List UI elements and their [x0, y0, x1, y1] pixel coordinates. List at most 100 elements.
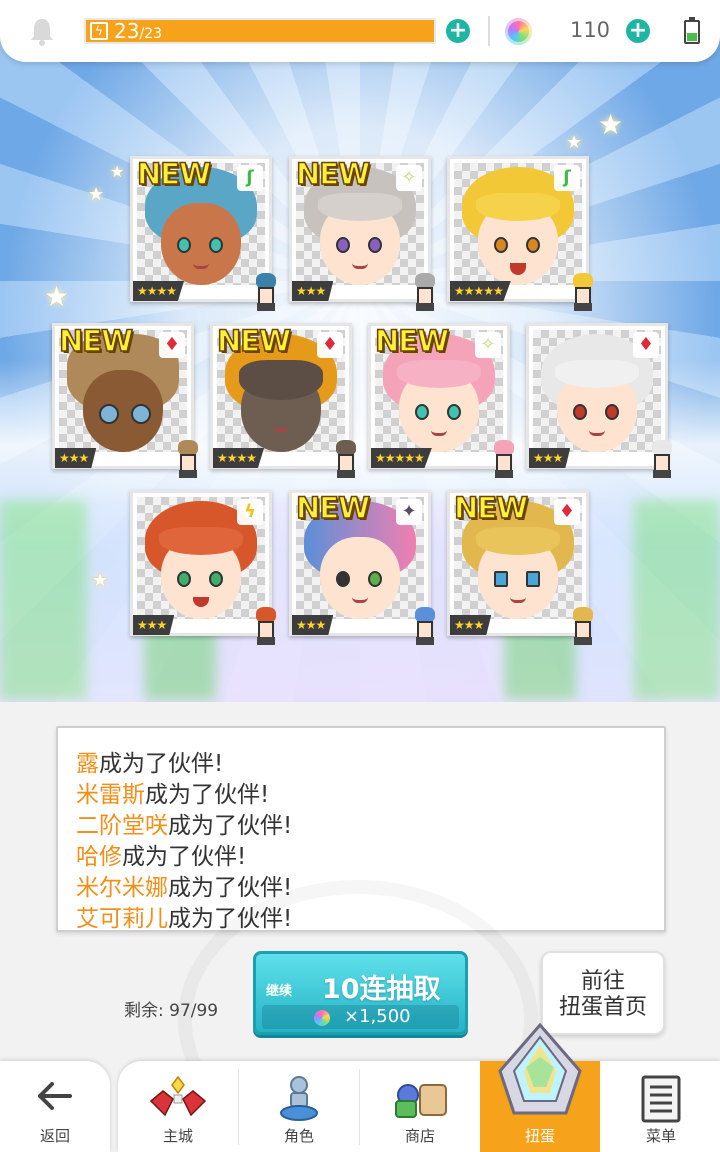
diamond-icon: ♦ [554, 499, 580, 525]
character-card[interactable]: NEW ✧ ★★★★★ [368, 323, 514, 478]
message-line: 米尔米娜成为了伙伴! [76, 868, 292, 902]
portrait-eye [605, 404, 619, 420]
portrait-bangs [555, 360, 639, 388]
message-text: 成为了伙伴! [99, 751, 224, 777]
character-card[interactable]: NEW ♦ ★★★★ [210, 323, 356, 478]
portrait-mouth [510, 597, 526, 603]
portrait-mouth [510, 263, 526, 275]
dark-star-icon: ✦ [396, 499, 422, 525]
portrait-eye [177, 237, 191, 253]
rarity-stars: ★★★ [133, 615, 175, 635]
back-button[interactable]: 返回 [0, 1061, 110, 1152]
gacha-result-stage: ★ ★ ★ ★ ★ ★ NEW ʃ ★★★★ NEW ✧ ★★★ ʃ ★★★★★… [0, 0, 720, 702]
rarity-stars: ★★★ [292, 281, 334, 301]
shop-bag-icon [395, 1084, 447, 1118]
draw-cost: ×1,500 [262, 1005, 459, 1029]
character-card[interactable]: NEW ♦ ★★★ [52, 323, 198, 478]
character-card[interactable]: NEW ʃ ★★★★ [130, 156, 276, 311]
nav-label: 扭蛋 [524, 1127, 555, 1145]
portrait-face [320, 537, 400, 619]
new-badge: NEW [453, 490, 529, 526]
character-card[interactable]: ʃ ★★★★★ [447, 156, 593, 311]
rarity-stars: ★★★ [55, 448, 97, 468]
portrait-eye [368, 237, 382, 253]
glasses-lens [526, 571, 540, 587]
draw-label: 10连抽取 [322, 974, 441, 1005]
character-icon [280, 1076, 318, 1121]
character-card[interactable]: ♦ ★★★ [526, 323, 672, 478]
nav-label: 商店 [404, 1127, 435, 1145]
portrait-eye [573, 404, 587, 420]
character-card[interactable]: ϟ ★★★ [130, 490, 276, 645]
diamond-icon: ♦ [159, 332, 185, 358]
portrait-eye [415, 404, 429, 420]
character-card[interactable]: NEW ♦ ★★★ [447, 490, 593, 645]
chibi-sprite [566, 271, 600, 313]
rarity-stars: ★★★ [292, 615, 334, 635]
draw-10-button[interactable]: 继续 10连抽取 ×1,500 [253, 951, 468, 1035]
character-card[interactable]: NEW ✦ ★★★ [289, 490, 435, 645]
rarity-stars: ★★★★★ [450, 281, 511, 301]
portrait-eye [368, 571, 382, 587]
divider [488, 16, 490, 46]
rarity-stars: ★★★ [450, 615, 492, 635]
lightning-icon: ϟ [237, 499, 263, 525]
sparkle-icon: ★ [44, 280, 70, 313]
bottom-nav: 主城 角色 商店 扭蛋 菜单 [118, 1022, 720, 1152]
chibi-sprite [249, 605, 283, 647]
sparkle-icon: ★ [92, 570, 109, 591]
portrait-bangs [476, 193, 560, 221]
nav-item-character[interactable]: 角色 [239, 1061, 359, 1152]
message-line: 露成为了伙伴! [76, 744, 223, 778]
portrait-mouth [352, 263, 368, 269]
add-stamina-button[interactable]: + [446, 19, 470, 43]
nav-item-menu[interactable]: 菜单 [601, 1061, 720, 1152]
chibi-sprite [408, 271, 442, 313]
new-badge: NEW [136, 156, 212, 192]
portrait-face [83, 370, 163, 452]
portrait-bangs [239, 360, 323, 400]
goggle-lens [131, 404, 151, 424]
portrait-mouth [589, 430, 605, 436]
nav-item-shop[interactable]: 商店 [360, 1061, 480, 1152]
nav-item-gacha[interactable]: 扭蛋 [480, 1022, 600, 1152]
stamina-value: 23/23 [114, 20, 162, 45]
rarity-stars: ★★★★ [213, 448, 265, 468]
nav-item-town[interactable]: 主城 [118, 1061, 238, 1152]
leaf-icon: ʃ [237, 165, 263, 191]
portrait-eye [209, 571, 223, 587]
gem-icon [505, 18, 532, 45]
diamond-icon: ♦ [633, 332, 659, 358]
portrait-mouth [273, 426, 289, 432]
bell-icon[interactable] [28, 16, 56, 46]
sparkle-icon: ✧ [396, 165, 422, 191]
character-name: 哈修 [76, 844, 122, 870]
diamond-icon: ♦ [317, 332, 343, 358]
portrait-eye [209, 237, 223, 253]
arrow-left-icon [38, 1082, 72, 1110]
character-name: 二阶堂咲 [76, 813, 168, 839]
sparkle-icon: ✧ [475, 332, 501, 358]
castle-icon [149, 1075, 207, 1117]
character-card[interactable]: NEW ✧ ★★★ [289, 156, 435, 311]
message-line: 哈修成为了伙伴! [76, 837, 246, 871]
portrait-mouth [193, 263, 209, 269]
gacha-mirror-icon [498, 1022, 582, 1115]
message-text: 成为了伙伴! [145, 782, 270, 808]
new-badge: NEW [58, 323, 134, 359]
chibi-sprite [645, 438, 679, 480]
message-line: 二阶堂咲成为了伙伴! [76, 806, 292, 840]
portrait-eye [177, 571, 191, 587]
character-name: 露 [76, 751, 99, 777]
new-badge: NEW [374, 323, 450, 359]
portrait-bangs [476, 527, 560, 555]
chibi-sprite [249, 271, 283, 313]
lightning-icon: ϟ [90, 22, 108, 40]
message-text: 成为了伙伴! [168, 813, 293, 839]
portrait-bangs [318, 193, 402, 221]
draw-cost-value: ×1,500 [344, 1006, 411, 1027]
rarity-stars: ★★★★★ [371, 448, 432, 468]
add-gem-button[interactable]: + [626, 19, 650, 43]
chibi-sprite [487, 438, 521, 480]
portrait-eye [447, 404, 461, 420]
